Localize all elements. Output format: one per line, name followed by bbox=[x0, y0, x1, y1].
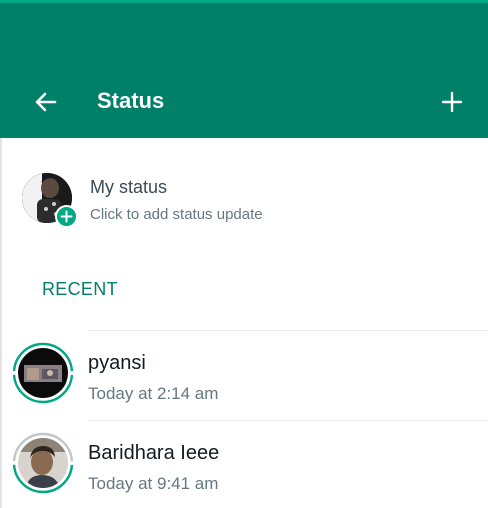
plus-icon bbox=[60, 210, 73, 223]
status-header: Status bbox=[0, 0, 488, 138]
my-status-item[interactable]: My status Click to add status update bbox=[0, 160, 488, 240]
recent-section-label: RECENT bbox=[42, 279, 118, 299]
status-panel: Status My status Click to add status upd… bbox=[0, 0, 488, 508]
arrow-left-icon bbox=[35, 92, 57, 112]
back-button[interactable] bbox=[30, 86, 62, 118]
contact-name: Baridhara Ieee bbox=[88, 442, 220, 464]
header-accent-strip bbox=[0, 0, 488, 3]
my-status-subtitle: Click to add status update bbox=[90, 206, 263, 223]
page-title: Status bbox=[97, 88, 165, 113]
status-timestamp: Today at 9:41 am bbox=[88, 474, 219, 493]
contact-name: pyansi bbox=[88, 352, 146, 374]
status-timestamp: Today at 2:14 am bbox=[88, 384, 219, 403]
status-list-item[interactable]: pyansi Today at 2:14 am bbox=[0, 330, 488, 420]
avatar bbox=[18, 348, 68, 398]
add-status-badge bbox=[55, 205, 78, 228]
add-status-button[interactable] bbox=[436, 86, 468, 118]
my-status-title: My status bbox=[90, 177, 168, 197]
plus-icon bbox=[441, 91, 463, 113]
avatar bbox=[18, 438, 68, 488]
status-list-item[interactable]: Baridhara Ieee Today at 9:41 am bbox=[0, 420, 488, 508]
